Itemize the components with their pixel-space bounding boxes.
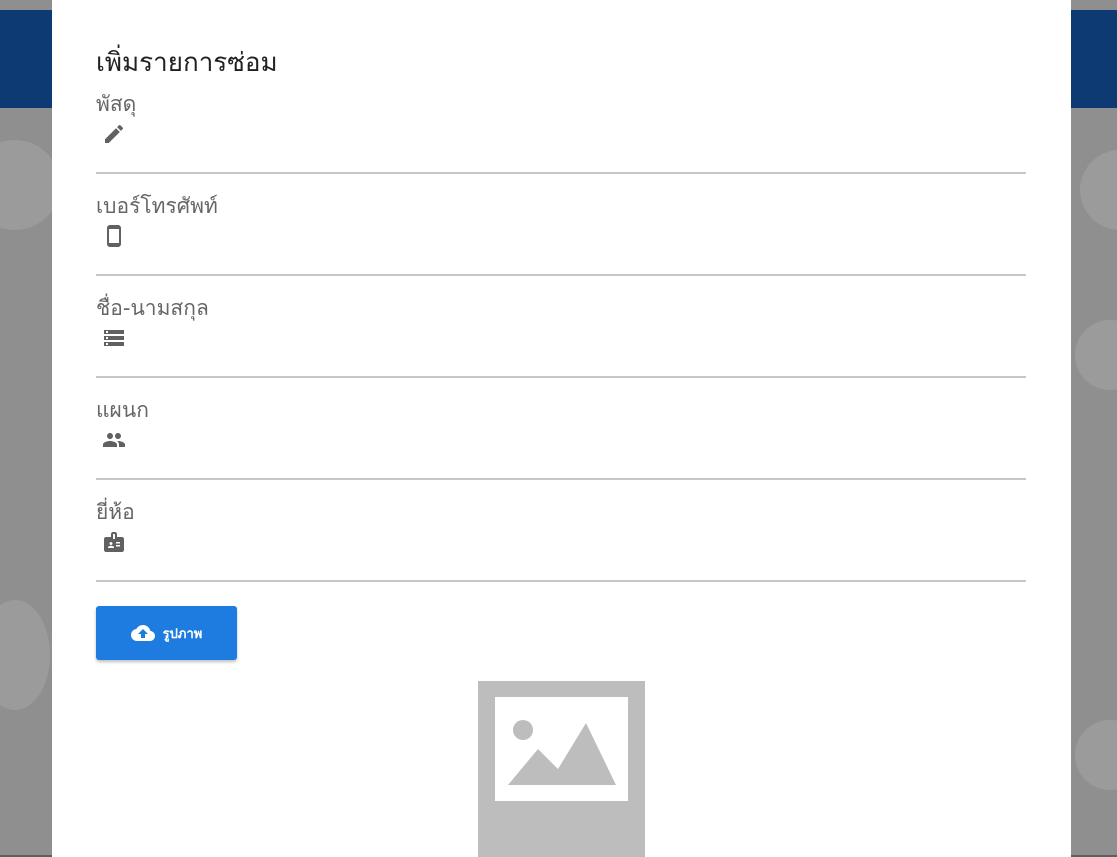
fullname-input[interactable] [134, 322, 1018, 354]
department-field-label: แผนก [96, 398, 149, 422]
add-repair-dialog: เพิ่มรายการซ่อม พัสดุ เบอร์โทรศัพท์ ชื่อ… [52, 0, 1071, 857]
background-decoration [0, 140, 60, 230]
phone-field[interactable]: เบอร์โทรศัพท์ [96, 194, 1026, 276]
pencil-icon [102, 122, 126, 146]
parcel-field[interactable]: พัสดุ [96, 92, 1026, 174]
badge-icon [102, 530, 126, 554]
background-decoration [1075, 320, 1117, 390]
dialog-title: เพิ่มรายการซ่อม [96, 48, 278, 78]
phone-field-label: เบอร์โทรศัพท์ [96, 194, 218, 218]
phone-input[interactable] [134, 220, 1018, 252]
parcel-field-label: พัสดุ [96, 92, 137, 116]
fullname-field[interactable]: ชื่อ-นามสกุล [96, 296, 1026, 378]
parcel-input[interactable] [134, 118, 1018, 150]
header-bar-right [1071, 10, 1117, 108]
brand-field-label: ยี่ห้อ [96, 500, 135, 524]
storage-icon [102, 326, 126, 350]
people-icon [102, 428, 126, 452]
header-bar-left [0, 10, 52, 108]
mobile-phone-icon [102, 224, 126, 248]
brand-field[interactable]: ยี่ห้อ [96, 500, 1026, 582]
background-decoration [1075, 720, 1117, 790]
fullname-field-label: ชื่อ-นามสกุล [96, 296, 209, 320]
image-placeholder-icon [478, 681, 645, 857]
upload-image-label: รูปภาพ [162, 626, 203, 642]
upload-image-button[interactable]: รูปภาพ [96, 606, 237, 660]
background-decoration [1080, 150, 1117, 230]
brand-input[interactable] [134, 526, 1018, 558]
cloud-upload-icon [130, 621, 155, 645]
department-field[interactable]: แผนก [96, 398, 1026, 480]
department-input[interactable] [134, 424, 1018, 456]
background-decoration [0, 600, 50, 710]
